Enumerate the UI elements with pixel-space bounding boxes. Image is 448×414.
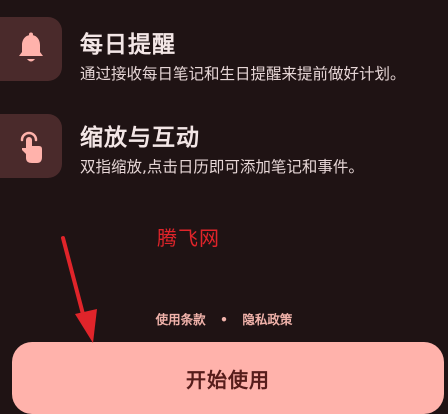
feature-title: 缩放与互动	[80, 125, 200, 151]
feature-description: 双指缩放,点击日历即可添加笔记和事件。	[80, 158, 364, 176]
feature-zoom-interact: 缩放与互动 双指缩放,点击日历即可添加笔记和事件。	[0, 100, 448, 190]
privacy-policy-link[interactable]: 隐私政策	[242, 309, 292, 328]
feature-title: 每日提醒	[80, 32, 176, 58]
footer-links: 使用条款 • 隐私政策	[0, 309, 448, 328]
bell-icon-tile	[0, 17, 62, 81]
feature-daily-reminder: 每日提醒 通过接收每日笔记和生日提醒来提前做好计划。	[0, 0, 448, 83]
tap-gesture-icon	[20, 131, 42, 163]
link-separator: •	[220, 312, 228, 327]
bell-icon	[19, 32, 43, 62]
terms-of-use-link[interactable]: 使用条款	[156, 309, 206, 328]
watermark-text: 腾飞网	[157, 226, 220, 250]
tap-gesture-icon-tile	[0, 114, 62, 178]
feature-description: 通过接收每日笔记和生日提醒来提前做好计划。	[80, 65, 406, 83]
start-button[interactable]: 开始使用	[12, 342, 444, 414]
start-button-label: 开始使用	[186, 368, 270, 392]
